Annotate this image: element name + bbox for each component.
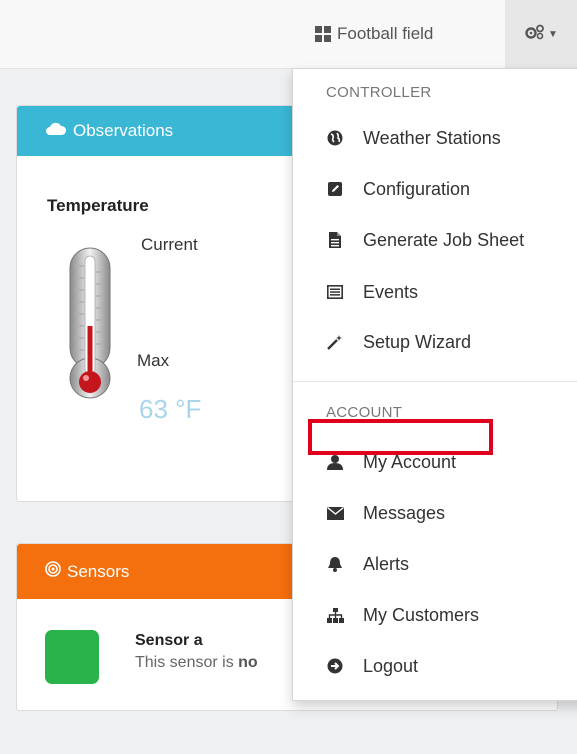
cloud-icon — [45, 121, 67, 141]
sitemap-icon — [326, 606, 344, 624]
menu-item-label: My Customers — [363, 604, 480, 625]
account-section-header: ACCOUNT — [326, 404, 403, 421]
menu-item-configuration[interactable]: Configuration — [293, 169, 577, 209]
menu-item-label: Setup Wizard — [363, 331, 472, 352]
gears-icon — [524, 24, 546, 45]
settings-dropdown-toggle[interactable]: ▼ — [505, 0, 577, 68]
menu-item-events[interactable]: Events — [293, 272, 577, 312]
max-label: Max — [137, 351, 170, 370]
sensor-description-text: This sensor is — [135, 654, 239, 671]
grid-icon — [315, 26, 331, 42]
wand-icon — [326, 333, 344, 351]
menu-item-label: Messages — [363, 502, 446, 523]
menu-item-messages[interactable]: Messages — [293, 493, 577, 533]
menu-item-label: Events — [363, 281, 419, 302]
menu-item-label: Generate Job Sheet — [363, 229, 525, 250]
sensor-description: This sensor is no — [135, 654, 258, 672]
envelope-icon — [326, 504, 344, 522]
temperature-title: Temperature — [47, 196, 149, 215]
menu-item-logout[interactable]: Logout — [293, 646, 577, 686]
football-field-label: Football field — [337, 24, 434, 43]
list-icon — [326, 283, 344, 301]
sensor-name: Sensor a — [135, 632, 203, 649]
bell-icon — [326, 555, 344, 573]
sensor-description-bold: no — [238, 654, 258, 671]
menu-item-label: Alerts — [363, 553, 410, 574]
caret-down-icon: ▼ — [548, 28, 558, 40]
max-temperature-value: 63 °F — [139, 394, 202, 424]
menu-item-my-account[interactable]: My Account — [293, 442, 577, 482]
sensors-title: Sensors — [67, 561, 130, 581]
menu-item-setup-wizard[interactable]: Setup Wizard — [293, 322, 577, 362]
menu-item-label: My Account — [363, 451, 457, 472]
menu-item-my-customers[interactable]: My Customers — [293, 595, 577, 635]
controller-section-header: CONTROLLER — [326, 84, 432, 101]
menu-item-label: Configuration — [363, 178, 471, 199]
sensor-status-indicator — [45, 630, 99, 684]
menu-item-alerts[interactable]: Alerts — [293, 544, 577, 584]
football-field-link[interactable]: Football field — [315, 0, 433, 68]
menu-item-label: Logout — [363, 655, 419, 676]
menu-item-weather-stations[interactable]: Weather Stations — [293, 118, 577, 158]
menu-item-label: Weather Stations — [363, 127, 501, 148]
thermometer-icon — [65, 246, 115, 406]
user-icon — [326, 453, 344, 471]
top-navbar: Football field ▼ — [0, 0, 577, 69]
sensor-icon — [45, 561, 61, 582]
menu-divider — [293, 381, 577, 382]
menu-item-generate-job-sheet[interactable]: Generate Job Sheet — [293, 220, 577, 260]
file-icon — [326, 231, 344, 249]
observations-title: Observations — [73, 121, 174, 140]
globe-icon — [326, 129, 344, 147]
edit-icon — [326, 180, 344, 198]
logout-icon — [326, 657, 344, 675]
settings-dropdown-menu: CONTROLLER Weather Stations Configuratio… — [292, 68, 577, 701]
current-label: Current — [141, 235, 198, 254]
